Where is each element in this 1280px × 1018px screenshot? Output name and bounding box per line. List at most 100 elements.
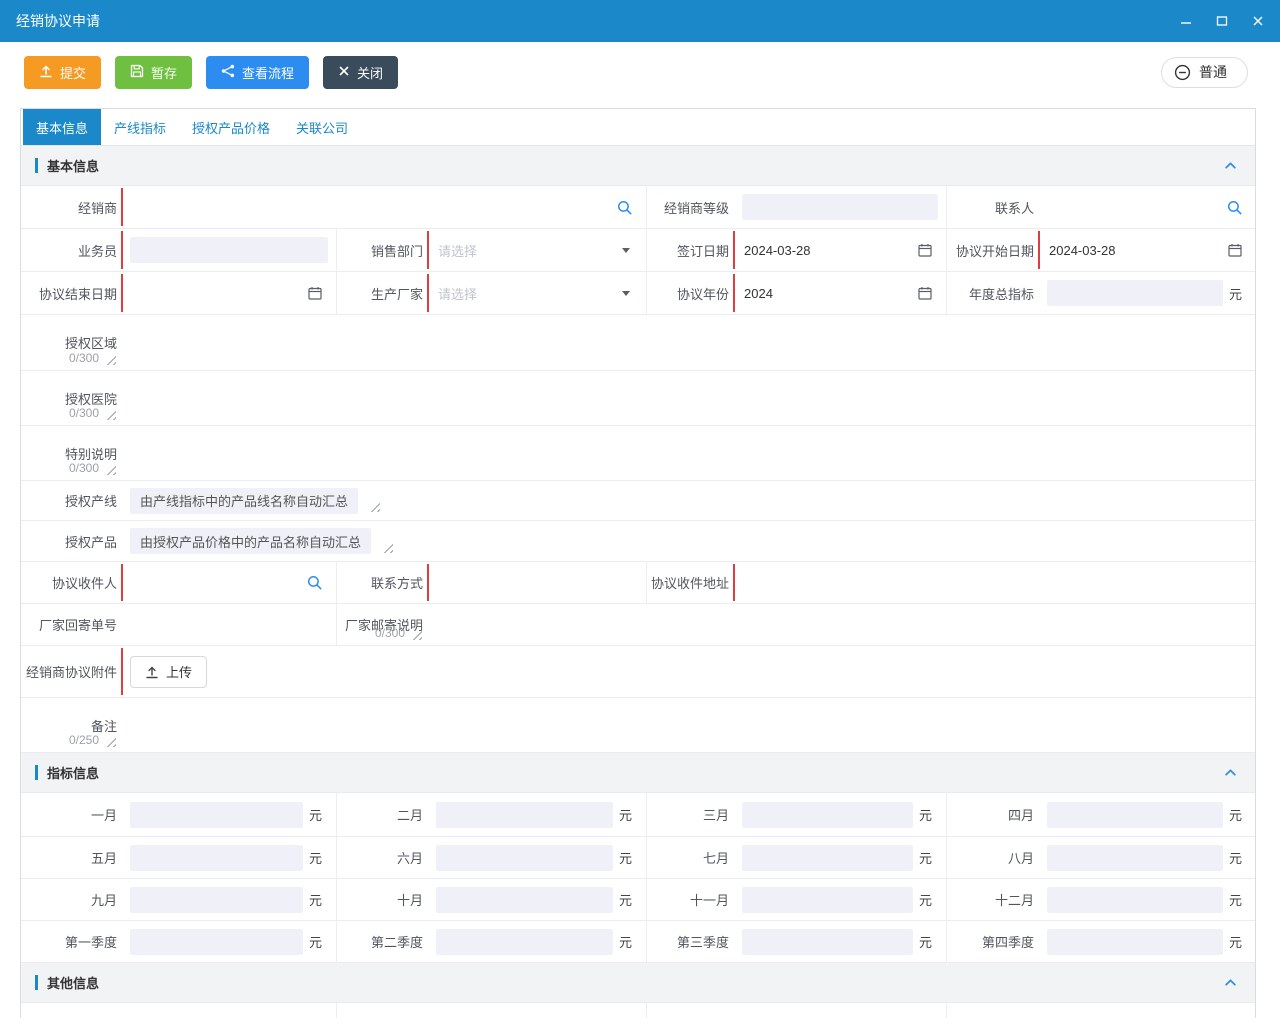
annual-target-field[interactable]: 元 <box>1039 272 1256 314</box>
month-field: 元 <box>734 793 946 836</box>
month-field: 元 <box>122 793 336 836</box>
unit-label: 元 <box>1229 848 1242 867</box>
submit-button[interactable]: 提交 <box>24 56 101 89</box>
indicator-section-title: 指标信息 <box>47 763 1220 782</box>
month-input[interactable] <box>436 887 613 913</box>
month-input[interactable] <box>742 845 913 871</box>
quarter-input[interactable] <box>436 929 613 955</box>
month-input[interactable] <box>742 802 913 828</box>
calendar-icon[interactable] <box>308 286 322 300</box>
calendar-icon[interactable] <box>918 243 932 257</box>
attachment-field: 上传 <box>122 646 207 697</box>
basic-info-section-title: 基本信息 <box>47 156 1220 175</box>
indicator-section-header: 指标信息 <box>21 753 1255 793</box>
contact-way-field[interactable] <box>428 562 646 603</box>
search-icon[interactable] <box>307 575 322 590</box>
unit-label: 元 <box>919 805 932 824</box>
minimize-icon[interactable] <box>1180 15 1192 27</box>
dealer-label: 经销商 <box>21 186 122 228</box>
contact-field[interactable] <box>1039 186 1256 228</box>
month-input[interactable] <box>130 802 303 828</box>
window-controls <box>1180 15 1264 27</box>
dealer-level-input[interactable] <box>742 194 938 220</box>
search-icon[interactable] <box>1227 200 1242 215</box>
recipient-label: 协议收件人 <box>21 562 122 603</box>
close-label: 关闭 <box>357 63 383 82</box>
tab-basic-info[interactable]: 基本信息 <box>23 109 101 145</box>
unit-label: 元 <box>309 890 322 909</box>
month-label: 三月 <box>646 793 734 836</box>
submit-label: 提交 <box>60 63 86 82</box>
close-button[interactable]: 关闭 <box>323 56 398 89</box>
indicator-row: 第一季度元第二季度元第三季度元第四季度元 <box>21 921 1255 963</box>
annual-target-input[interactable] <box>1047 280 1223 306</box>
calendar-icon[interactable] <box>918 286 932 300</box>
caret-down-icon <box>622 248 630 253</box>
month-input[interactable] <box>130 887 303 913</box>
month-input[interactable] <box>1047 887 1223 913</box>
resize-handle-icon[interactable] <box>103 734 116 747</box>
upload-button[interactable]: 上传 <box>130 656 207 688</box>
contact-way-label: 联系方式 <box>336 562 428 603</box>
view-flow-button[interactable]: 查看流程 <box>206 56 309 89</box>
salesman-field[interactable] <box>122 229 336 271</box>
month-field: 元 <box>1039 837 1256 878</box>
month-input[interactable] <box>1047 845 1223 871</box>
quarter-input[interactable] <box>130 929 303 955</box>
manufacturer-label: 生产厂家 <box>336 272 428 314</box>
unit-label: 元 <box>619 805 632 824</box>
quarter-input[interactable] <box>742 929 913 955</box>
close-window-icon[interactable] <box>1252 15 1264 27</box>
dealer-field[interactable] <box>122 186 646 228</box>
save-icon <box>130 64 144 81</box>
month-input[interactable] <box>1047 802 1223 828</box>
chevron-up-icon[interactable] <box>1220 155 1241 176</box>
priority-badge[interactable]: 普通 <box>1161 57 1248 88</box>
tab-related-company[interactable]: 关联公司 <box>283 109 361 145</box>
toolbar: 提交 暂存 查看流程 关闭 普通 <box>0 42 1280 108</box>
chevron-up-icon[interactable] <box>1220 762 1241 783</box>
month-field: 元 <box>1039 793 1256 836</box>
month-input[interactable] <box>130 845 303 871</box>
sign-date-field[interactable]: 2024-03-28 <box>734 229 946 271</box>
unit-label: 元 <box>1229 932 1242 951</box>
unit-label: 元 <box>1229 284 1242 303</box>
resize-handle-icon[interactable] <box>103 462 116 475</box>
priority-label: 普通 <box>1199 62 1227 82</box>
resize-handle-icon[interactable] <box>103 352 116 365</box>
month-label: 六月 <box>336 837 428 878</box>
search-icon[interactable] <box>617 200 632 215</box>
month-label: 二月 <box>336 793 428 836</box>
agreement-year-field[interactable]: 2024 <box>734 272 946 314</box>
resize-handle-icon[interactable] <box>380 540 393 553</box>
month-input[interactable] <box>436 802 613 828</box>
recipient-field[interactable] <box>122 562 336 603</box>
upload-icon <box>145 665 159 679</box>
resize-handle-icon[interactable] <box>409 627 422 640</box>
start-date-value: 2024-03-28 <box>1039 243 1228 258</box>
month-input[interactable] <box>436 845 613 871</box>
chevron-up-icon[interactable] <box>1220 972 1241 993</box>
save-draft-button[interactable]: 暂存 <box>115 56 192 89</box>
start-date-label: 协议开始日期 <box>946 229 1039 271</box>
auth-product-label: 授权产品 <box>21 521 122 561</box>
return-no-field[interactable] <box>122 604 336 645</box>
tab-product-line-indicators[interactable]: 产线指标 <box>101 109 179 145</box>
minus-circle-icon <box>1174 64 1191 81</box>
sales-dept-select[interactable]: 请选择 <box>428 229 646 271</box>
quarter-label: 第二季度 <box>336 921 428 962</box>
month-input[interactable] <box>742 887 913 913</box>
tab-authorized-product-price[interactable]: 授权产品价格 <box>179 109 283 145</box>
salesman-input[interactable] <box>130 237 328 263</box>
end-date-field[interactable] <box>122 272 336 314</box>
empty-field <box>428 1003 646 1018</box>
dealer-level-field[interactable] <box>734 186 946 228</box>
calendar-icon[interactable] <box>1228 243 1242 257</box>
manufacturer-select[interactable]: 请选择 <box>428 272 646 314</box>
resize-handle-icon[interactable] <box>103 407 116 420</box>
start-date-field[interactable]: 2024-03-28 <box>1039 229 1256 271</box>
quarter-input[interactable] <box>1047 929 1223 955</box>
maximize-icon[interactable] <box>1216 15 1228 27</box>
unit-label: 元 <box>919 932 932 951</box>
resize-handle-icon[interactable] <box>367 499 380 512</box>
